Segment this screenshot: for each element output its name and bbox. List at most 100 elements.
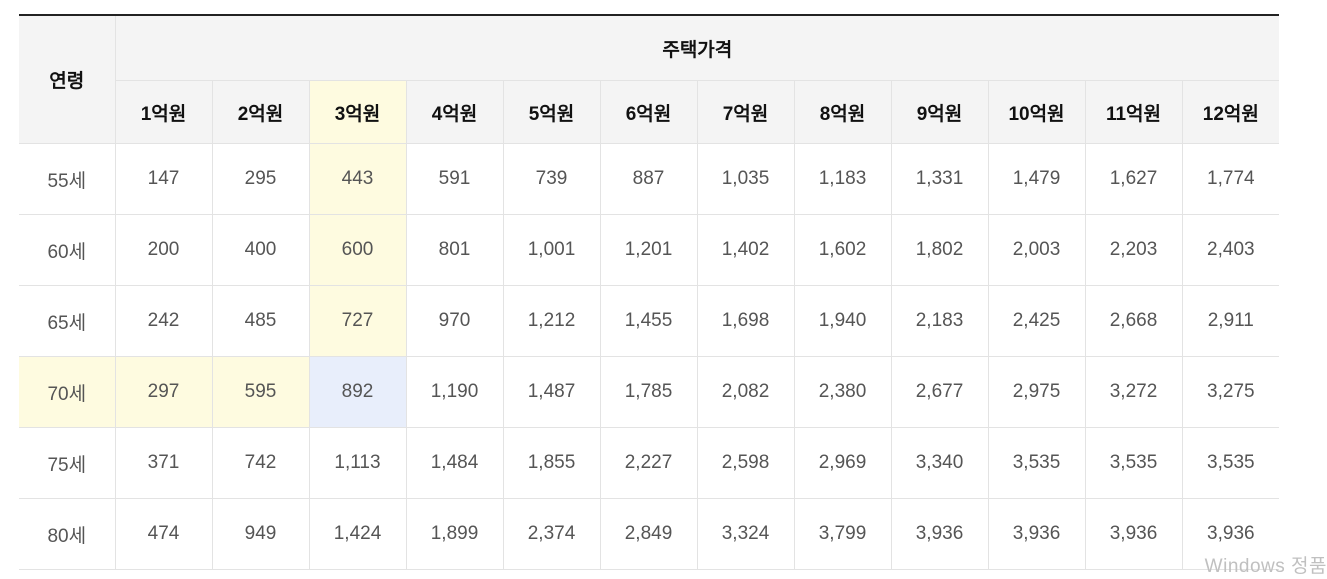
table-row: 55세 147 295 443 591 739 887 1,035 1,183 1,331 1,47… — [19, 143, 1280, 215]
value-cell: 2,975 — [988, 356, 1086, 428]
value-cell: 3,936 — [988, 498, 1086, 570]
value-cell: 2,183 — [891, 285, 989, 357]
value-cell: 3,535 — [988, 427, 1086, 499]
value-cell: 1,424 — [309, 498, 407, 570]
value-cell: 2,969 — [794, 427, 892, 499]
value-cell: 2,374 — [503, 498, 601, 570]
age-header: 연령 — [19, 15, 116, 144]
price-header: 주택가격 — [115, 15, 1280, 81]
price-column-header: 5억원 — [503, 80, 601, 144]
value-cell: 1,402 — [697, 214, 795, 286]
table-row: 70세 297 595 892 1,190 1,487 1,785 2,082 2,380 2,6… — [19, 356, 1280, 428]
header-row-top: 연령 주택가격 — [19, 15, 1280, 144]
value-cell: 3,340 — [891, 427, 989, 499]
value-cell: 970 — [406, 285, 504, 357]
value-cell: 1,113 — [309, 427, 407, 499]
price-column-header: 7억원 — [697, 80, 795, 144]
price-column-header: 12억원 — [1182, 80, 1280, 144]
table-row: 60세 200 400 600 801 1,001 1,201 1,402 1,602 1,802… — [19, 214, 1280, 286]
age-cell: 65세 — [19, 285, 116, 357]
value-cell: 1,774 — [1182, 143, 1280, 215]
value-cell: 3,535 — [1182, 427, 1280, 499]
value-cell: 595 — [212, 356, 310, 428]
value-cell: 3,799 — [794, 498, 892, 570]
pension-table-container: 연령 주택가격 1억원 2억원 3억원 4억원 5억원 6억원 7억원 8억원 9억원 10억원 1… — [19, 14, 1280, 570]
value-cell: 200 — [115, 214, 213, 286]
value-cell: 1,899 — [406, 498, 504, 570]
value-cell: 1,190 — [406, 356, 504, 428]
price-column-header: 11억원 — [1085, 80, 1183, 144]
value-cell: 1,802 — [891, 214, 989, 286]
value-cell: 892 — [309, 356, 407, 428]
age-cell: 55세 — [19, 143, 116, 215]
value-cell: 2,203 — [1085, 214, 1183, 286]
value-cell: 2,003 — [988, 214, 1086, 286]
age-cell: 75세 — [19, 427, 116, 499]
value-cell: 1,487 — [503, 356, 601, 428]
price-column-header: 2억원 — [212, 80, 310, 144]
value-cell: 1,212 — [503, 285, 601, 357]
table-row: 80세 474 949 1,424 1,899 2,374 2,849 3,324 3,799 3… — [19, 498, 1280, 570]
value-cell: 474 — [115, 498, 213, 570]
price-column-header: 9억원 — [891, 80, 989, 144]
price-column-header: 6억원 — [600, 80, 698, 144]
price-column-header: 8억원 — [794, 80, 892, 144]
value-cell: 242 — [115, 285, 213, 357]
value-cell: 2,911 — [1182, 285, 1280, 357]
value-cell: 1,183 — [794, 143, 892, 215]
value-cell: 1,484 — [406, 427, 504, 499]
value-cell: 727 — [309, 285, 407, 357]
value-cell: 1,035 — [697, 143, 795, 215]
table-body: 55세 147 295 443 591 739 887 1,035 1,183 1,331 1,47… — [19, 143, 1280, 570]
value-cell: 297 — [115, 356, 213, 428]
age-cell: 80세 — [19, 498, 116, 570]
table-row: 65세 242 485 727 970 1,212 1,455 1,698 1,940 2,183… — [19, 285, 1280, 357]
header-row-prices: 1억원 2억원 3억원 4억원 5억원 6억원 7억원 8억원 9억원 10억원 11억원 12억원 — [19, 80, 1280, 144]
value-cell: 3,936 — [891, 498, 989, 570]
value-cell: 2,677 — [891, 356, 989, 428]
value-cell: 2,403 — [1182, 214, 1280, 286]
value-cell: 3,275 — [1182, 356, 1280, 428]
value-cell: 949 — [212, 498, 310, 570]
value-cell: 600 — [309, 214, 407, 286]
value-cell: 1,785 — [600, 356, 698, 428]
value-cell: 591 — [406, 143, 504, 215]
value-cell: 295 — [212, 143, 310, 215]
value-cell: 3,535 — [1085, 427, 1183, 499]
price-column-header: 4억원 — [406, 80, 504, 144]
value-cell: 2,082 — [697, 356, 795, 428]
value-cell: 2,227 — [600, 427, 698, 499]
table-row: 75세 371 742 1,113 1,484 1,855 2,227 2,598 2,969 3… — [19, 427, 1280, 499]
value-cell: 1,855 — [503, 427, 601, 499]
value-cell: 2,668 — [1085, 285, 1183, 357]
windows-activation-watermark: Windows 정품 — [1204, 556, 1327, 577]
value-cell: 801 — [406, 214, 504, 286]
value-cell: 400 — [212, 214, 310, 286]
value-cell: 3,936 — [1085, 498, 1183, 570]
value-cell: 3,272 — [1085, 356, 1183, 428]
value-cell: 2,425 — [988, 285, 1086, 357]
value-cell: 1,940 — [794, 285, 892, 357]
pension-table: 연령 주택가격 1억원 2억원 3억원 4억원 5억원 6억원 7억원 8억원 9억원 10억원 1… — [19, 14, 1280, 570]
value-cell: 1,627 — [1085, 143, 1183, 215]
value-cell: 1,698 — [697, 285, 795, 357]
age-cell: 70세 — [19, 356, 116, 428]
value-cell: 147 — [115, 143, 213, 215]
age-cell: 60세 — [19, 214, 116, 286]
value-cell: 2,380 — [794, 356, 892, 428]
value-cell: 443 — [309, 143, 407, 215]
value-cell: 742 — [212, 427, 310, 499]
value-cell: 3,324 — [697, 498, 795, 570]
price-column-header: 10억원 — [988, 80, 1086, 144]
value-cell: 887 — [600, 143, 698, 215]
value-cell: 371 — [115, 427, 213, 499]
value-cell: 1,201 — [600, 214, 698, 286]
value-cell: 739 — [503, 143, 601, 215]
value-cell: 1,455 — [600, 285, 698, 357]
price-column-header: 3억원 — [309, 80, 407, 144]
value-cell: 1,479 — [988, 143, 1086, 215]
price-column-header: 1억원 — [115, 80, 213, 144]
value-cell: 2,598 — [697, 427, 795, 499]
value-cell: 1,331 — [891, 143, 989, 215]
value-cell: 2,849 — [600, 498, 698, 570]
